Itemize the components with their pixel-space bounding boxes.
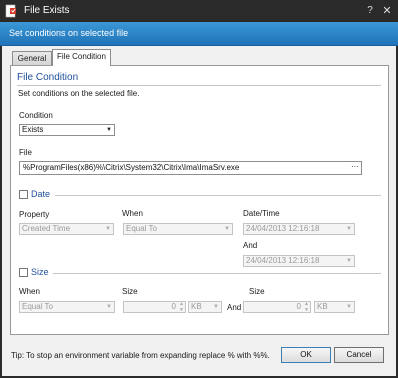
- chevron-down-icon: ▼: [105, 226, 111, 232]
- size2-unit-select[interactable]: KB ▼: [314, 301, 355, 313]
- help-icon[interactable]: ?: [365, 4, 375, 18]
- close-icon[interactable]: ✕: [381, 4, 393, 18]
- file-label: File: [19, 148, 32, 157]
- size-unit-select[interactable]: KB ▼: [188, 301, 222, 313]
- cancel-button[interactable]: Cancel: [334, 347, 384, 363]
- section-divider: [53, 273, 381, 274]
- chevron-down-icon: ▼: [106, 304, 112, 310]
- section-title-size: Size: [31, 267, 49, 277]
- tab-general[interactable]: General: [12, 51, 52, 66]
- size2-stepper[interactable]: 0 ▲ ▼: [243, 301, 311, 313]
- size-unit-value: KB: [191, 302, 202, 311]
- property-label: Property: [19, 210, 50, 219]
- section-title-file-condition: File Condition: [17, 72, 79, 83]
- file-path-input[interactable]: %ProgramFiles(x86)%\Citrix\System32\Citr…: [19, 161, 362, 175]
- section-divider: [55, 195, 381, 196]
- file-exists-icon: [5, 4, 16, 18]
- date-time-picker-end[interactable]: 24/04/2013 12:16:18 ▼: [243, 255, 355, 267]
- stepper-arrows-icon: ▲ ▼: [304, 301, 309, 313]
- section-description: Set conditions on the selected file.: [18, 89, 140, 98]
- tab-panel: [10, 65, 389, 335]
- chevron-down-icon: ▼: [106, 127, 112, 133]
- when-label: When: [122, 209, 143, 218]
- date-time-picker[interactable]: 24/04/2013 12:16:18 ▼: [243, 223, 355, 235]
- tab-file-condition[interactable]: File Condition: [52, 49, 111, 66]
- browse-icon[interactable]: ···: [349, 161, 361, 175]
- banner-text: Set conditions on selected file: [9, 28, 129, 38]
- date-when-select[interactable]: Equal To ▼: [123, 223, 233, 235]
- condition-select[interactable]: Exists ▼: [19, 124, 115, 136]
- stepper-arrows-icon: ▲ ▼: [179, 301, 184, 313]
- chevron-down-icon: ▼: [346, 226, 352, 232]
- size-when-value: Equal To: [22, 302, 53, 311]
- ok-button[interactable]: OK: [281, 347, 331, 363]
- size-when-select[interactable]: Equal To ▼: [19, 301, 115, 313]
- size-when-label: When: [19, 287, 40, 296]
- section-divider: [17, 85, 381, 86]
- size-and-label: And: [227, 303, 242, 312]
- property-select[interactable]: Created Time ▼: [19, 223, 114, 235]
- chevron-down-icon: ▼: [213, 304, 219, 310]
- size-label: Size: [122, 287, 138, 296]
- size-value: 0: [171, 302, 176, 311]
- section-title-date: Date: [31, 189, 51, 199]
- size2-unit-value: KB: [317, 302, 328, 311]
- hint-text: Tip: To stop an environment variable fro…: [11, 351, 270, 360]
- size2-label: Size: [249, 287, 265, 296]
- chevron-down-icon: ▼: [224, 226, 230, 232]
- size-stepper[interactable]: 0 ▲ ▼: [123, 301, 186, 313]
- date-when-value: Equal To: [126, 224, 157, 233]
- condition-label: Condition: [19, 111, 53, 120]
- datetime-value: 24/04/2013 12:16:18: [246, 224, 320, 233]
- datetime-end-value: 24/04/2013 12:16:18: [246, 256, 320, 265]
- condition-value: Exists: [22, 125, 44, 134]
- size2-value: 0: [296, 302, 301, 311]
- chevron-down-icon: ▼: [346, 304, 352, 310]
- and-label: And: [243, 241, 258, 250]
- date-checkbox[interactable]: [19, 190, 28, 199]
- chevron-down-icon: ▼: [346, 258, 352, 264]
- size-checkbox[interactable]: [19, 268, 28, 277]
- property-value: Created Time: [22, 224, 71, 233]
- datetime-label: Date/Time: [243, 209, 280, 218]
- window-title: File Exists: [24, 5, 70, 16]
